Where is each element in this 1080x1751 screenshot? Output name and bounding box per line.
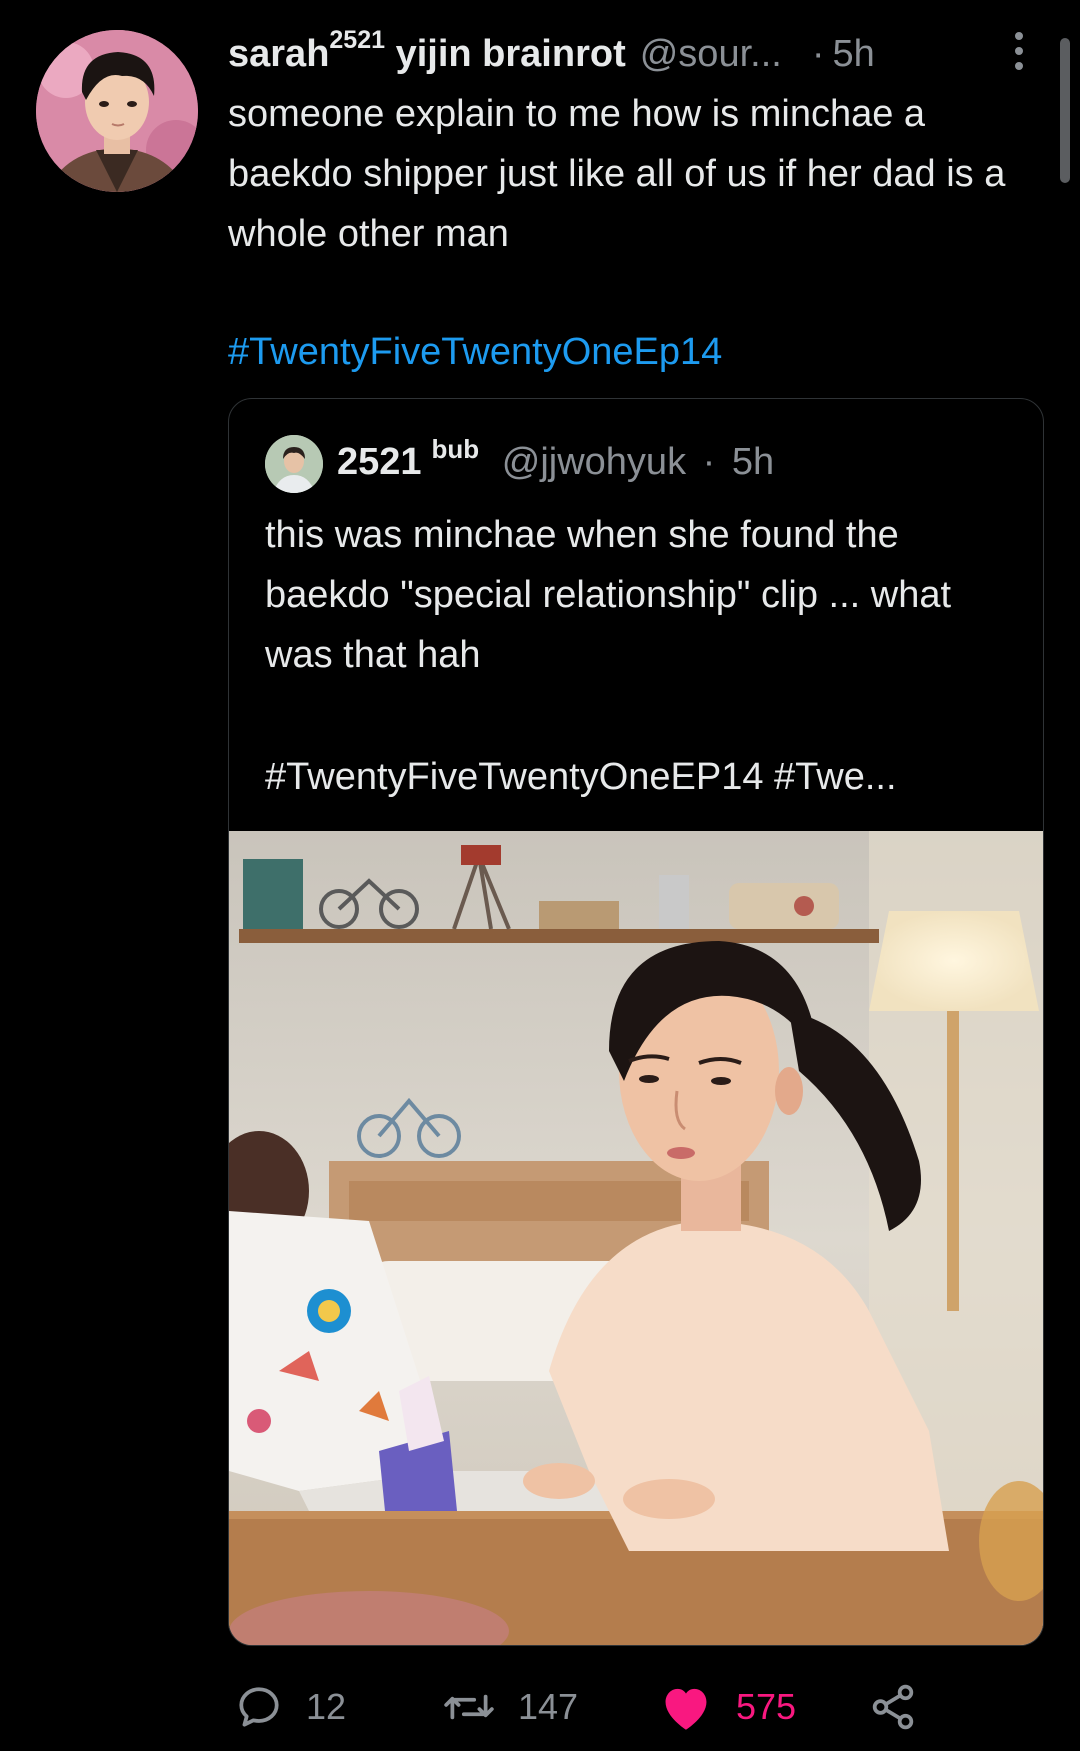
quoted-author-handle[interactable]: @jjwohyuk [502, 441, 686, 483]
quoted-avatar-image [265, 435, 323, 493]
like-count: 575 [736, 1686, 797, 1727]
separator-dot: · [811, 33, 825, 75]
author-avatar[interactable] [36, 30, 198, 192]
quoted-separator-dot: · [702, 441, 716, 483]
share-icon [872, 1684, 914, 1730]
heart-icon [665, 1688, 707, 1730]
quoted-author-name[interactable]: 2521 bub [337, 436, 479, 483]
reply-button[interactable]: 12 [234, 1672, 346, 1742]
tweet-text: someone explain to me how is minchae a b… [228, 93, 1006, 255]
author-avatar-image [36, 30, 198, 192]
quoted-tweet-hashtags: #TwentyFiveTwentyOneEP14 #Twe... [265, 756, 897, 798]
share-button[interactable] [868, 1672, 918, 1742]
tweet-hashtag-link[interactable]: #TwentyFiveTwentyOneEp14 [228, 322, 722, 382]
reply-count: 12 [306, 1686, 347, 1727]
more-vertical-icon[interactable] [1010, 30, 1028, 72]
tweet-timestamp[interactable]: 5h [832, 24, 874, 84]
author-handle[interactable]: @sour... [640, 24, 782, 84]
quoted-tweet-text: this was minchae when she found the baek… [265, 514, 952, 676]
tweet-page: sarah2521 yijin brainrot @sour... · 5h s… [0, 0, 1080, 1751]
scrollbar[interactable] [1060, 38, 1070, 183]
quoted-tweet-header: 2521 bub @jjwohyuk · 5h [337, 433, 774, 491]
tweet-action-bar: 12 147 575 [228, 1672, 1058, 1742]
author-display-name[interactable]: sarah2521 yijin brainrot [228, 24, 626, 84]
retweet-icon [444, 1694, 494, 1720]
media-image [229, 831, 1043, 1645]
quoted-author-avatar[interactable] [265, 435, 323, 493]
quoted-tweet-media[interactable] [229, 831, 1043, 1645]
like-button[interactable]: 575 [658, 1672, 796, 1742]
quoted-tweet-timestamp: 5h [731, 441, 775, 483]
quoted-tweet-card[interactable]: 2521 bub @jjwohyuk · 5h this was minchae … [228, 398, 1044, 1646]
retweet-count: 147 [518, 1686, 579, 1727]
reply-icon [239, 1687, 279, 1727]
tweet-header: sarah2521 yijin brainrot @sour... · 5h [228, 24, 1058, 84]
retweet-button[interactable]: 147 [442, 1672, 578, 1742]
